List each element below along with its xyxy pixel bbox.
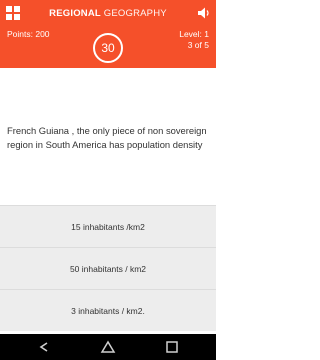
- answer-option-1[interactable]: 15 inhabitants /km2: [0, 205, 216, 247]
- answer-label: 50 inhabitants / km2: [69, 263, 147, 274]
- title-regional: REGIONAL: [49, 8, 101, 19]
- points-label: Points: 200: [7, 29, 50, 39]
- system-nav-bar: [0, 334, 216, 360]
- progress-label: 3 of 5: [187, 40, 209, 50]
- level-label: Level: 1: [179, 29, 209, 39]
- level-info: Level: 1 3 of 5: [179, 29, 209, 51]
- question-text: French Guiana , the only piece of non so…: [7, 125, 207, 150]
- answer-label: 3 inhabitants / km2.: [71, 305, 145, 316]
- speaker-icon[interactable]: [197, 6, 211, 20]
- answer-list: 15 inhabitants /km2 50 inhabitants / km2…: [0, 205, 216, 331]
- timer-value: 30: [101, 41, 115, 55]
- title-geography: GEOGRAPHY: [103, 8, 167, 19]
- back-icon[interactable]: [36, 340, 52, 354]
- page-title: REGIONAL GEOGRAPHY: [0, 8, 216, 19]
- home-icon[interactable]: [100, 340, 116, 354]
- recent-apps-icon[interactable]: [164, 340, 180, 354]
- header-bar: REGIONAL GEOGRAPHY Points: 200 30 Level:…: [0, 0, 216, 68]
- timer-circle: 30: [93, 33, 123, 63]
- answer-option-3[interactable]: 3 inhabitants / km2.: [0, 289, 216, 331]
- answer-option-2[interactable]: 50 inhabitants / km2: [0, 247, 216, 289]
- answer-label: 15 inhabitants /km2: [71, 221, 145, 232]
